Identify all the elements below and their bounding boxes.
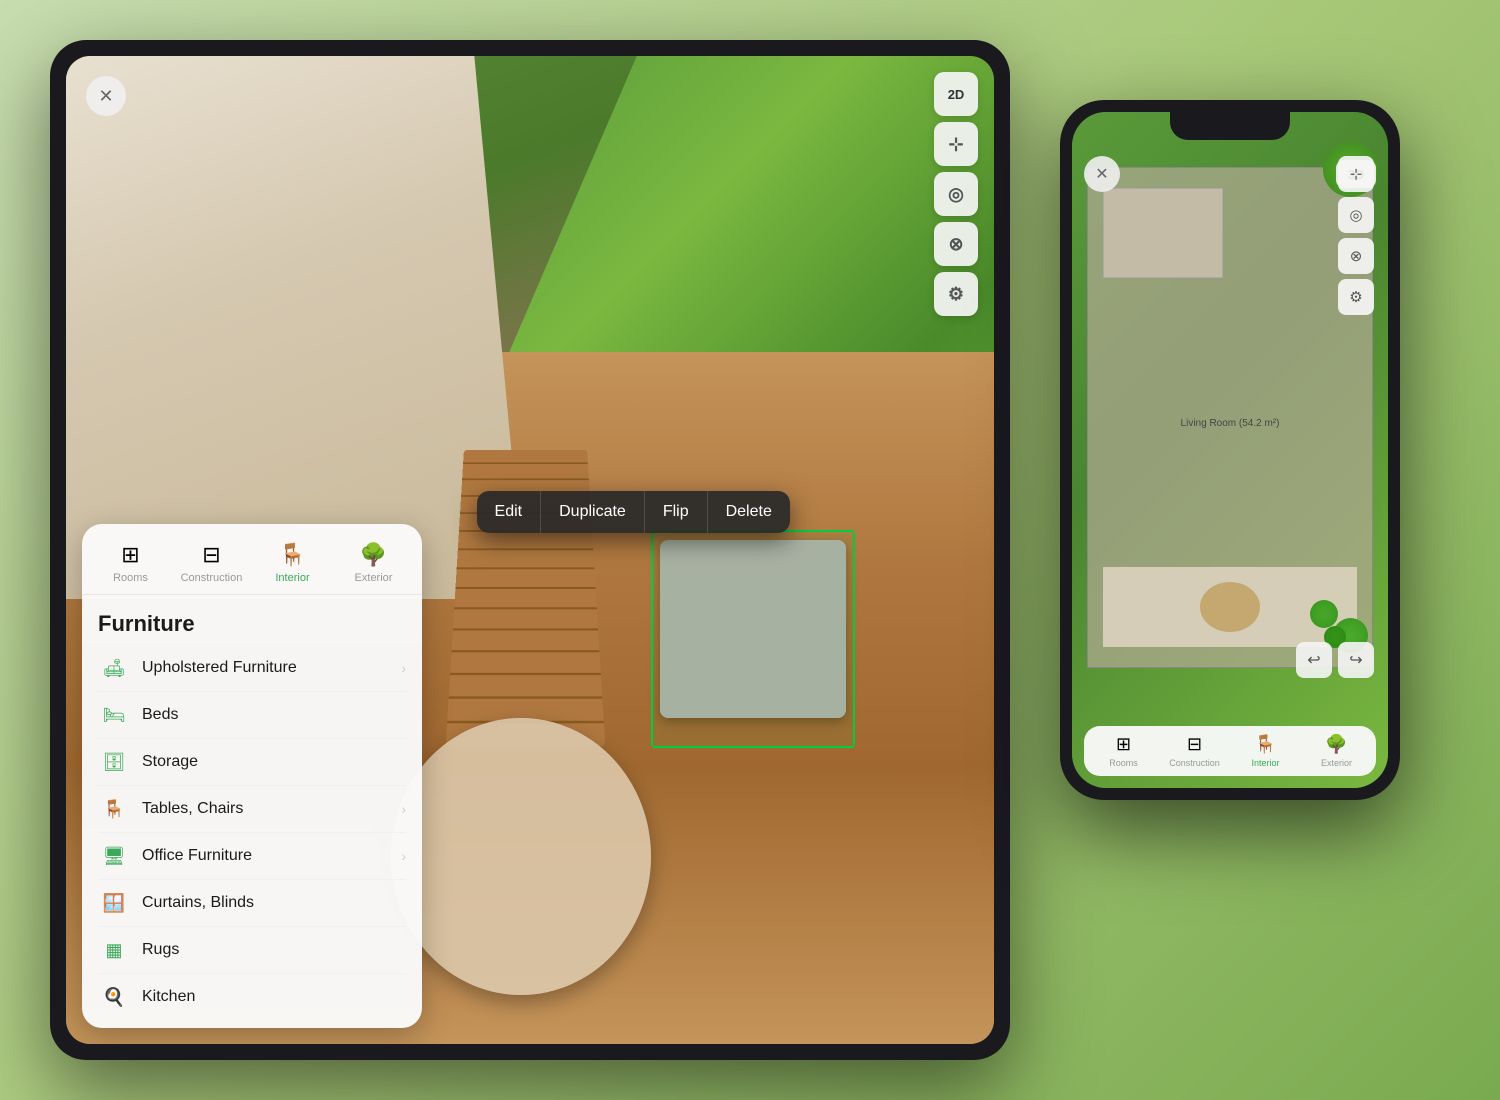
ipad-top-bar: ✕ <box>86 76 126 116</box>
iphone-interior-label: Interior <box>1251 758 1279 768</box>
fp-table <box>1200 582 1260 632</box>
rugs-icon: ▦ <box>98 939 130 961</box>
storage-label: Storage <box>142 753 406 771</box>
iphone-settings-icon[interactable]: ⚙ <box>1338 279 1374 315</box>
iphone-tab-exterior[interactable]: 🌳 Exterior <box>1301 734 1372 768</box>
furniture-title: Furniture <box>98 611 406 637</box>
context-menu: Edit Duplicate Flip Delete <box>477 491 790 533</box>
upholstered-icon: 🛋 <box>98 657 130 679</box>
sofa-selection[interactable] <box>651 530 855 747</box>
upholstered-label: Upholstered Furniture <box>142 659 401 677</box>
furniture-item-storage[interactable]: 🗄 Storage <box>98 739 406 786</box>
iphone-fullscreen-icon[interactable]: ⊹ <box>1338 156 1374 192</box>
iphone-exterior-label: Exterior <box>1321 758 1352 768</box>
ipad-right-toolbar: 2D ⊹ ◎ ⊗ ⚙ <box>934 72 978 316</box>
iphone-right-toolbar: ⊹ ◎ ⊗ ⚙ <box>1338 156 1374 315</box>
iphone-construction-label: Construction <box>1169 758 1220 768</box>
rooms-tab-label: Rooms <box>113 572 148 584</box>
duplicate-button[interactable]: Duplicate <box>540 491 644 533</box>
iphone-notch <box>1170 112 1290 140</box>
dining-area <box>391 718 651 995</box>
tab-exterior[interactable]: 🌳 Exterior <box>333 536 414 590</box>
flip-button[interactable]: Flip <box>644 491 707 533</box>
office-label: Office Furniture <box>142 847 401 865</box>
construction-tab-label: Construction <box>181 572 243 584</box>
layers-icon[interactable]: ⊗ <box>934 222 978 266</box>
iphone-tab-bar: ⊞ Rooms ⊟ Construction 🪑 Interior 🌳 Exte… <box>1084 726 1376 776</box>
ipad-screen: Edit Duplicate Flip Delete ✕ 2D ⊹ ◎ ⊗ ⚙ <box>66 56 994 1044</box>
close-button-iphone[interactable]: ✕ <box>1084 156 1120 192</box>
iphone-construction-icon: ⊟ <box>1187 734 1202 755</box>
camera-icon[interactable]: ◎ <box>934 172 978 216</box>
furniture-item-rugs[interactable]: ▦ Rugs <box>98 927 406 974</box>
shrub-2 <box>1310 600 1338 628</box>
ipad-bottom-panel: ⊞ Rooms ⊟ Construction 🪑 Interior 🌳 Exte… <box>82 524 422 1028</box>
iphone-screen: Living Room (54.2 m²) ✕ 3D ⊹ ◎ ⊗ ⚙ <box>1072 112 1388 788</box>
curtains-icon: 🪟 <box>98 892 130 914</box>
redo-button[interactable]: ↪ <box>1338 642 1374 678</box>
iphone-rooms-icon: ⊞ <box>1116 734 1131 755</box>
beds-icon: 🛏 <box>98 704 130 726</box>
furniture-item-kitchen[interactable]: 🍳 Kitchen <box>98 974 406 1020</box>
office-icon: 🖥 <box>98 845 130 867</box>
iphone-tab-interior[interactable]: 🪑 Interior <box>1230 734 1301 768</box>
furniture-item-office[interactable]: 🖥 Office Furniture › <box>98 833 406 880</box>
iphone-tab-rooms[interactable]: ⊞ Rooms <box>1088 734 1159 768</box>
close-button-ipad[interactable]: ✕ <box>86 76 126 116</box>
iphone-interior-icon: 🪑 <box>1254 734 1276 755</box>
iphone-exterior-icon: 🌳 <box>1325 734 1347 755</box>
interior-tab-icon: 🪑 <box>279 542 306 568</box>
fp-room-outer: Living Room (54.2 m²) <box>1087 167 1373 668</box>
upholstered-chevron: › <box>401 660 406 676</box>
beds-label: Beds <box>142 706 406 724</box>
2d-view-button[interactable]: 2D <box>934 72 978 116</box>
interior-tab-label: Interior <box>275 572 309 584</box>
iphone-layers-icon[interactable]: ⊗ <box>1338 238 1374 274</box>
exterior-tab-icon: 🌳 <box>360 542 387 568</box>
tab-rooms[interactable]: ⊞ Rooms <box>90 536 171 590</box>
furniture-item-beds[interactable]: 🛏 Beds <box>98 692 406 739</box>
tables-chevron: › <box>401 801 406 817</box>
undo-button[interactable]: ↩ <box>1296 642 1332 678</box>
ipad-device: Edit Duplicate Flip Delete ✕ 2D ⊹ ◎ ⊗ ⚙ <box>50 40 1010 1060</box>
room-label: Living Room (54.2 m²) <box>1181 418 1280 583</box>
settings-icon[interactable]: ⚙ <box>934 272 978 316</box>
construction-tab-icon: ⊟ <box>202 542 220 568</box>
iphone-camera-icon[interactable]: ◎ <box>1338 197 1374 233</box>
kitchen-icon: 🍳 <box>98 986 130 1008</box>
fullscreen-icon[interactable]: ⊹ <box>934 122 978 166</box>
office-chevron: › <box>401 848 406 864</box>
tables-icon: 🪑 <box>98 798 130 820</box>
rooms-tab-icon: ⊞ <box>121 542 139 568</box>
rugs-label: Rugs <box>142 941 406 959</box>
main-scene: Edit Duplicate Flip Delete ✕ 2D ⊹ ◎ ⊗ ⚙ <box>0 0 1500 1100</box>
furniture-item-curtains[interactable]: 🪟 Curtains, Blinds <box>98 880 406 927</box>
fp-inner-room <box>1103 188 1223 278</box>
iphone-rooms-label: Rooms <box>1109 758 1138 768</box>
tab-construction[interactable]: ⊟ Construction <box>171 536 252 590</box>
furniture-item-upholstered[interactable]: 🛋 Upholstered Furniture › <box>98 645 406 692</box>
furniture-panel: Furniture 🛋 Upholstered Furniture › 🛏 Be… <box>82 595 422 1028</box>
furniture-item-tables[interactable]: 🪑 Tables, Chairs › <box>98 786 406 833</box>
delete-button[interactable]: Delete <box>707 491 790 533</box>
iphone-top-bar: ✕ 3D <box>1084 156 1376 192</box>
storage-icon: 🗄 <box>98 751 130 773</box>
tables-label: Tables, Chairs <box>142 800 401 818</box>
iphone-device: Living Room (54.2 m²) ✕ 3D ⊹ ◎ ⊗ ⚙ <box>1060 100 1400 800</box>
edit-button[interactable]: Edit <box>477 491 541 533</box>
tab-interior[interactable]: 🪑 Interior <box>252 536 333 590</box>
iphone-tab-construction[interactable]: ⊟ Construction <box>1159 734 1230 768</box>
curtains-label: Curtains, Blinds <box>142 894 406 912</box>
undo-redo-bar: ↩ ↪ <box>1296 642 1374 678</box>
kitchen-label: Kitchen <box>142 988 406 1006</box>
tab-bar: ⊞ Rooms ⊟ Construction 🪑 Interior 🌳 Exte… <box>82 524 422 595</box>
exterior-tab-label: Exterior <box>355 572 393 584</box>
